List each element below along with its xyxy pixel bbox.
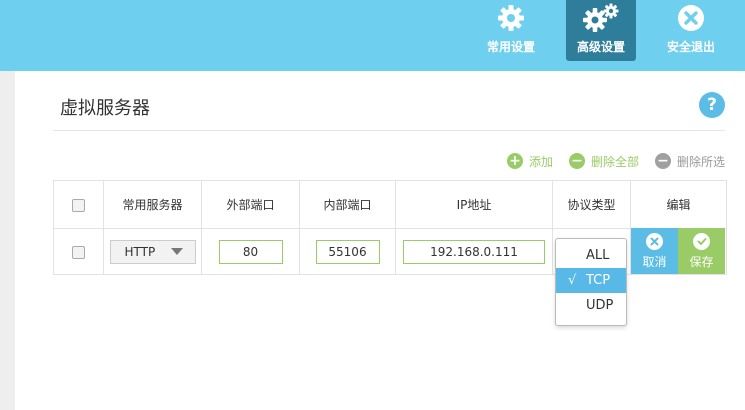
add-button[interactable]: + 添加 xyxy=(507,152,553,170)
left-gutter xyxy=(0,71,15,410)
minus-icon: − xyxy=(569,153,585,169)
header-select-all xyxy=(53,180,104,229)
header-edit: 编辑 xyxy=(630,180,727,229)
add-label: 添加 xyxy=(529,154,554,169)
nav-advanced-settings[interactable]: 高级设置 xyxy=(566,0,636,61)
protocol-option-udp-label: UDP xyxy=(586,298,614,313)
common-server-select[interactable]: HTTP xyxy=(109,239,196,264)
help-button[interactable]: ? xyxy=(699,92,725,118)
plus-icon: + xyxy=(507,153,523,169)
header-external-port: 外部端口 xyxy=(201,180,300,229)
nav-common-settings-label: 常用设置 xyxy=(486,40,535,54)
triangle-down-icon xyxy=(170,248,183,255)
header-ip-address: IP地址 xyxy=(395,180,553,229)
internal-port-cell: 55106 xyxy=(299,228,396,275)
check-icon xyxy=(693,232,710,250)
protocol-option-all-label: ALL xyxy=(586,248,610,263)
external-port-input[interactable]: 80 xyxy=(218,239,283,264)
row-select-cell xyxy=(53,228,104,275)
protocol-option-tcp[interactable]: √ TCP xyxy=(556,268,626,293)
header-internal-port: 内部端口 xyxy=(299,180,396,229)
cancel-button[interactable]: 取消 xyxy=(631,228,678,274)
delete-selected-button[interactable]: − 删除所选 xyxy=(655,152,725,170)
top-navigation-bar: 常用设置 高级设置 安全退出 xyxy=(0,0,745,71)
protocol-dropdown-menu: ALL √ TCP UDP xyxy=(555,238,627,326)
nav-common-settings[interactable]: 常用设置 xyxy=(476,0,546,61)
gear-icon xyxy=(497,2,525,34)
select-all-checkbox[interactable] xyxy=(72,198,85,212)
row-checkbox[interactable] xyxy=(72,245,85,259)
nav-safe-exit[interactable]: 安全退出 xyxy=(656,0,726,61)
close-circle-icon xyxy=(677,2,705,34)
header-common-server: 常用服务器 xyxy=(103,180,202,229)
table-header-row: 常用服务器 外部端口 内部端口 IP地址 协议类型 编辑 xyxy=(53,180,727,229)
page-title: 虚拟服务器 xyxy=(60,98,150,119)
save-button[interactable]: 保存 xyxy=(678,228,725,274)
common-server-value: HTTP xyxy=(124,244,156,259)
nav-advanced-settings-label: 高级设置 xyxy=(576,40,625,54)
delete-all-button[interactable]: − 删除全部 xyxy=(569,152,639,170)
title-divider xyxy=(53,130,725,131)
nav-safe-exit-label: 安全退出 xyxy=(666,40,715,54)
internal-port-input[interactable]: 55106 xyxy=(315,239,380,264)
ip-address-cell: 192.168.0.111 xyxy=(395,228,553,275)
cancel-label: 取消 xyxy=(642,254,667,269)
protocol-option-udp[interactable]: UDP xyxy=(556,293,626,318)
header-protocol: 协议类型 xyxy=(552,180,631,229)
question-mark-icon: ? xyxy=(707,95,717,115)
server-cell: HTTP xyxy=(103,228,202,275)
protocol-option-all[interactable]: ALL xyxy=(556,243,626,268)
external-port-cell: 80 xyxy=(201,228,300,275)
gears-icon xyxy=(581,2,621,34)
minus-icon: − xyxy=(655,153,671,169)
checkmark-icon: √ xyxy=(568,273,577,288)
save-label: 保存 xyxy=(689,254,714,269)
close-icon xyxy=(646,232,663,250)
delete-all-label: 删除全部 xyxy=(591,154,640,169)
protocol-option-tcp-label: TCP xyxy=(586,273,611,288)
delete-selected-label: 删除所选 xyxy=(677,154,726,169)
ip-address-input[interactable]: 192.168.0.111 xyxy=(403,239,545,264)
